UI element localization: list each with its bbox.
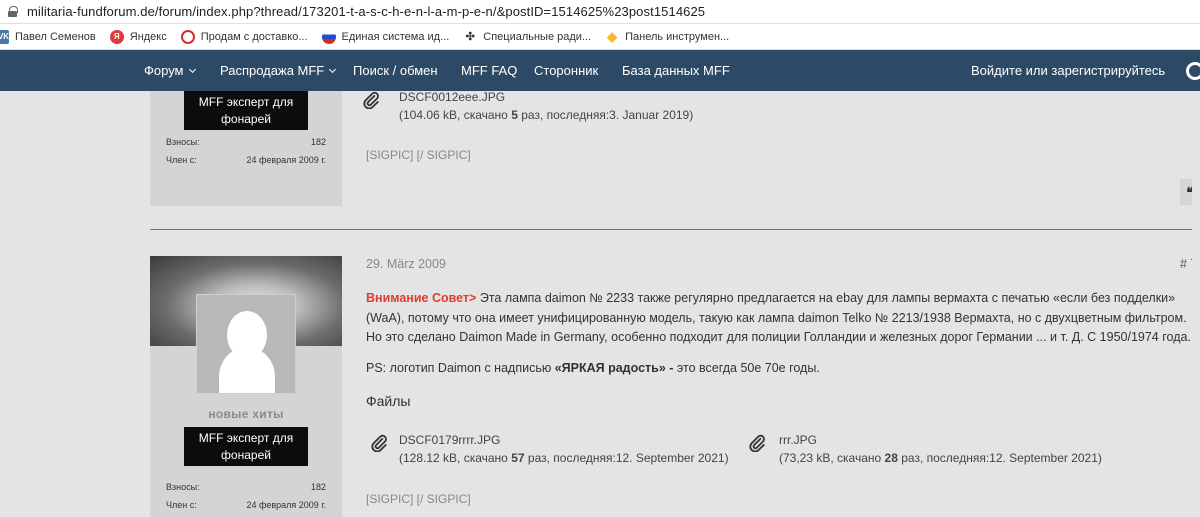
- post-message: Внимание Совет> Эта лампа daimon № 2233 …: [366, 289, 1200, 348]
- address-bar[interactable]: militaria-fundforum.de/forum/index.php?t…: [0, 0, 1200, 24]
- radio-icon: ✣: [463, 29, 478, 44]
- stat-label: Член с:: [166, 155, 197, 165]
- contributions-stat: Взносы: 182: [166, 137, 326, 147]
- attachment-size: (128.12 kB, скачано: [399, 451, 508, 465]
- stat-value: 182: [310, 137, 326, 147]
- bookmark-label: Специальные ради...: [483, 30, 592, 43]
- thread-content: MFF эксперт для фонарей Взносы: 182 Член…: [0, 88, 1200, 517]
- search-icon[interactable]: [1186, 62, 1200, 80]
- user-rank-badge: MFF эксперт для фонарей: [184, 91, 308, 130]
- download-count: 5: [511, 108, 518, 122]
- attachment-last: раз, последняя:12. September 2021): [901, 451, 1102, 465]
- main-nav: Форум Распродажа MFF Поиск / обмен MFF F…: [0, 50, 1200, 91]
- attachment-name[interactable]: DSCF0179rrrr.JPG: [399, 431, 729, 449]
- nav-supporter[interactable]: Сторонник: [534, 50, 598, 91]
- paperclip-icon: [371, 434, 387, 452]
- stat-label: Взносы:: [166, 482, 200, 492]
- nav-forum-label: Форум: [144, 63, 184, 78]
- bookmark-pavel[interactable]: VK Павел Семенов: [0, 29, 96, 44]
- avito-icon: [180, 29, 195, 44]
- stat-label: Член с:: [166, 500, 197, 510]
- post-text: Эта лампа daimon № 2233 также регулярно …: [366, 291, 1191, 344]
- binance-icon: ◆: [605, 28, 620, 44]
- bookmark-label: Продам с доставко...: [200, 30, 308, 43]
- attachment-name[interactable]: rrr.JPG: [779, 431, 1102, 449]
- bookmarks-bar: VK Павел Семенов Я Яндекс Продам с доста…: [0, 24, 1200, 50]
- nav-search[interactable]: Поиск / обмен: [353, 50, 438, 91]
- attachment-meta: (128.12 kB, скачано 57 раз, последняя:12…: [399, 449, 729, 467]
- contributions-stat: Взносы: 182: [166, 482, 326, 492]
- nav-database[interactable]: База данных MFF: [622, 50, 730, 91]
- attachment-meta: (73,23 kB, скачано 28 раз, последняя:12.…: [779, 449, 1102, 467]
- paperclip-icon: [363, 91, 379, 109]
- avatar-body: [219, 347, 275, 393]
- scrollbar[interactable]: [1192, 91, 1200, 517]
- gosuslugi-icon: [321, 29, 336, 44]
- post-divider: [150, 229, 1200, 230]
- ps-text: PS: логотип Daimon с надписью: [366, 361, 555, 375]
- attachment-size: (104.06 kB, скачано: [399, 108, 508, 122]
- member-since-stat: Член с: 24 февраля 2009 г.: [166, 500, 326, 510]
- lock-icon[interactable]: [8, 6, 18, 17]
- user-rank-badge: MFF эксперт для фонарей: [184, 427, 308, 466]
- ps-bold: «ЯРКАЯ радость» -: [554, 361, 674, 375]
- attachment-last: раз, последняя:12. September 2021): [527, 451, 729, 465]
- signature: [SIGPIC] [/ SIGPIC]: [366, 492, 471, 506]
- bookmark-avito[interactable]: Продам с доставко...: [180, 29, 308, 44]
- attachment-item[interactable]: DSCF0179rrrr.JPG (128.12 kB, скачано 57 …: [371, 431, 729, 467]
- attachment-name[interactable]: DSCF0012eee.JPG: [399, 88, 693, 106]
- avatar[interactable]: [196, 294, 296, 394]
- yandex-icon: Я: [109, 29, 124, 44]
- bookmark-label: Яндекс: [129, 30, 167, 43]
- bookmark-label: Панель инструмен...: [625, 30, 730, 43]
- attachment-item[interactable]: DSCF0012eee.JPG (104.06 kB, скачано 5 ра…: [363, 88, 693, 124]
- download-count: 57: [511, 451, 525, 465]
- post-ps: PS: логотип Daimon с надписью «ЯРКАЯ рад…: [366, 359, 1200, 379]
- nav-faq[interactable]: MFF FAQ: [461, 50, 517, 91]
- nav-sale[interactable]: Распродажа MFF: [220, 50, 337, 91]
- stat-value: 24 февраля 2009 г.: [246, 155, 326, 165]
- ps-text-end: это всегда 50е 70е годы.: [673, 361, 820, 375]
- bookmark-binance[interactable]: ◆ Панель инструмен...: [605, 28, 730, 44]
- attachment-size: (73,23 kB, скачано: [779, 451, 882, 465]
- paperclip-icon: [749, 434, 765, 452]
- bookmark-radio[interactable]: ✣ Специальные ради...: [463, 29, 592, 44]
- stat-value: 24 февраля 2009 г.: [246, 500, 326, 510]
- url-text[interactable]: militaria-fundforum.de/forum/index.php?t…: [27, 4, 705, 19]
- stat-label: Взносы:: [166, 137, 200, 147]
- nav-sale-label: Распродажа MFF: [220, 63, 325, 78]
- member-since-stat: Член с: 24 февраля 2009 г.: [166, 155, 326, 165]
- bookmark-gosuslugi[interactable]: Единая система ид...: [321, 29, 450, 44]
- signature: [SIGPIC] [/ SIGPIC]: [366, 148, 471, 162]
- post-author-sidebar: новые хиты MFF эксперт для фонарей Взнос…: [150, 256, 342, 517]
- bookmark-label: Павел Семенов: [15, 30, 96, 43]
- nav-forum[interactable]: Форум: [144, 50, 196, 91]
- attachment-item[interactable]: rrr.JPG (73,23 kB, скачано 28 раз, после…: [749, 431, 1102, 467]
- chevron-down-icon: [329, 65, 337, 73]
- attachment-meta: (104.06 kB, скачано 5 раз, последняя:3. …: [399, 106, 693, 124]
- user-title: новые хиты: [208, 407, 284, 421]
- bookmark-yandex[interactable]: Я Яндекс: [109, 29, 167, 44]
- post-author-sidebar: MFF эксперт для фонарей Взносы: 182 Член…: [150, 91, 342, 206]
- stat-value: 182: [310, 482, 326, 492]
- bookmark-label: Единая система ид...: [341, 30, 450, 43]
- vk-icon: VK: [0, 29, 9, 44]
- attachment-last: раз, последняя:3. Januar 2019): [521, 108, 694, 122]
- chevron-down-icon: [188, 65, 196, 73]
- warning-label: Внимание Совет>: [366, 291, 477, 305]
- nav-login[interactable]: Войдите или зарегистрируйтесь: [971, 50, 1165, 91]
- download-count: 28: [884, 451, 898, 465]
- files-heading: Файлы: [366, 393, 411, 409]
- post-date[interactable]: 29. März 2009: [366, 257, 446, 271]
